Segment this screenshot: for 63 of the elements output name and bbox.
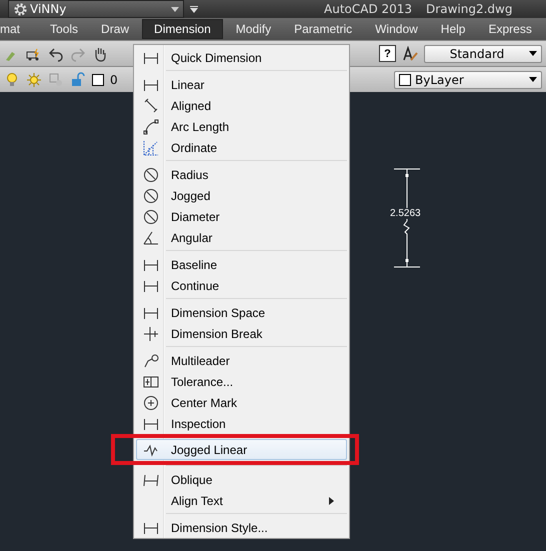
menu-option[interactable]: Continue	[136, 275, 347, 296]
menu-item[interactable]: Dimension	[142, 19, 223, 39]
color-swatch	[92, 74, 104, 86]
menu-option[interactable]: Arc Length	[136, 116, 347, 137]
menu-item[interactable]: mat	[0, 19, 30, 39]
dimension-icon	[143, 166, 159, 182]
menu-item[interactable]: Help	[430, 19, 476, 39]
menu-item[interactable]: Express	[478, 19, 542, 39]
text-style-dropdown[interactable]: Standard	[424, 44, 542, 62]
caret-icon	[529, 51, 537, 56]
menu-item[interactable]: Tools	[40, 19, 88, 39]
gear-icon	[13, 2, 28, 16]
dimension-value: 2.5263	[390, 208, 421, 219]
menu-option[interactable]: Tolerance...	[136, 371, 347, 392]
sun-icon[interactable]	[26, 72, 42, 88]
menu-option[interactable]: Multileader	[136, 350, 347, 371]
dimension-icon	[143, 230, 159, 246]
menu-option[interactable]: Aligned	[136, 95, 347, 116]
padlock-icon[interactable]	[70, 72, 86, 88]
dimension-icon	[143, 326, 159, 342]
menu-option[interactable]: Quick Dimension	[136, 47, 347, 68]
dimension-icon	[143, 140, 159, 156]
dimension-icon	[143, 394, 159, 410]
menu-option[interactable]: Radius	[136, 164, 347, 185]
dimension-icon	[143, 118, 159, 134]
menu-option[interactable]: Linear	[136, 74, 347, 95]
menu-item[interactable]: Draw	[91, 19, 140, 39]
menu-option[interactable]: Diameter	[136, 206, 347, 227]
menu-option[interactable]: Dimension Break	[136, 323, 347, 344]
menu-item[interactable]: Modify	[226, 19, 282, 39]
menu-option[interactable]: Inspection	[136, 413, 347, 434]
customize-caret-icon[interactable]	[190, 6, 198, 12]
menu-option[interactable]: Dimension Style...	[136, 517, 347, 538]
undo-icon[interactable]	[48, 46, 64, 62]
caret-icon	[171, 6, 179, 12]
caret-icon	[529, 77, 537, 82]
menu-option[interactable]: Oblique	[136, 469, 347, 490]
dimension-icon	[143, 188, 159, 204]
menu-option[interactable]: Baseline	[136, 254, 347, 275]
menu-option[interactable]: Dimension Space	[136, 302, 347, 323]
viewport-icon[interactable]	[48, 72, 64, 88]
menu-option[interactable]: Jogged	[136, 185, 347, 206]
menu-option[interactable]: Center Mark	[136, 392, 347, 413]
submenu-arrow-icon	[329, 496, 334, 504]
redo-icon[interactable]	[70, 46, 86, 62]
menu-option[interactable]: Angular	[136, 227, 347, 248]
menu-item[interactable]: Parametric	[284, 19, 362, 39]
dimension-icon	[143, 98, 159, 114]
menu-option[interactable]: Align Text	[136, 490, 347, 511]
app-title: AutoCAD 2013	[324, 2, 412, 16]
help-button[interactable]: ?	[379, 45, 396, 62]
dimension-icon	[143, 352, 159, 368]
lightbulb-icon[interactable]	[4, 72, 20, 88]
menu-option[interactable]: Ordinate	[136, 137, 347, 158]
menu-item[interactable]: Window	[365, 19, 428, 39]
file-name: Drawing2.dwg	[426, 2, 512, 16]
workspace-dropdown[interactable]: ViNNy	[8, 0, 184, 18]
color-dropdown[interactable]: ByLayer	[394, 70, 542, 88]
workspace-name: ViNNy	[30, 2, 68, 16]
text-style-icon[interactable]	[402, 46, 418, 62]
dimension-icon	[143, 374, 159, 390]
dimension-icon	[143, 208, 159, 224]
menu-option[interactable]: Jogged Linear	[136, 439, 347, 460]
